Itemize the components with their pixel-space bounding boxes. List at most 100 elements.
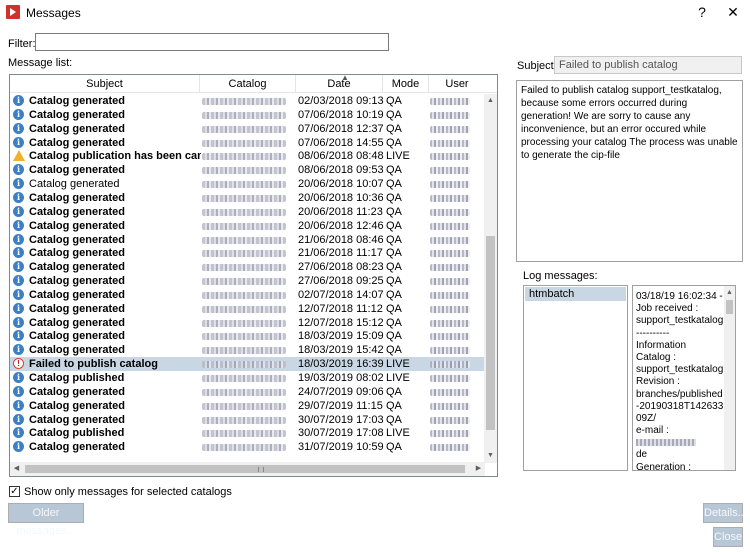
table-row[interactable]: i Catalog generated 20/06/2018 10:07 QA (10, 177, 497, 191)
row-date: 20/06/2018 12:46 (298, 219, 384, 232)
column-header-subject[interactable]: Subject (10, 75, 200, 93)
table-row[interactable]: i Catalog generated 20/06/2018 11:23 QA (10, 205, 497, 219)
table-row[interactable]: i Catalog generated 24/07/2019 09:06 QA (10, 385, 497, 399)
close-window-button[interactable]: ✕ (723, 4, 743, 21)
table-row[interactable]: i Catalog generated 12/07/2018 15:12 QA (10, 316, 497, 330)
log-detail-text: 03/18/19 16:02:34 - Job received : support… (636, 291, 726, 470)
log-list[interactable]: htmbatch (523, 285, 628, 471)
info-icon: i (13, 330, 24, 342)
row-catalog-redacted (202, 181, 286, 189)
log-detail[interactable]: 03/18/19 16:02:34 - Job received : support… (632, 285, 736, 471)
window-title: Messages (26, 6, 81, 20)
row-subject: Catalog generated (29, 399, 125, 412)
subject-field[interactable]: Failed to publish catalog (554, 56, 742, 74)
filter-input[interactable] (35, 33, 389, 51)
row-date: 18/03/2019 16:39 (298, 358, 384, 371)
table-row[interactable]: i Catalog generated 07/06/2018 10:19 QA (10, 108, 497, 122)
table-row[interactable]: i Catalog generated 18/03/2019 15:09 QA (10, 329, 497, 343)
info-icon: i (13, 302, 24, 314)
log-scroll-thumb[interactable] (726, 300, 733, 314)
log-line: Information (636, 339, 687, 351)
horizontal-scrollbar[interactable]: ◀ ▶ (10, 462, 485, 476)
row-mode: QA (386, 108, 402, 121)
row-user-redacted (430, 98, 470, 105)
table-row[interactable]: ! Failed to publish catalog 18/03/2019 16:… (10, 357, 497, 372)
table-row[interactable]: i Catalog generated 27/06/2018 09:25 QA (10, 274, 497, 288)
log-line: Catalog : (636, 351, 677, 363)
row-catalog-redacted (202, 430, 286, 438)
table-row[interactable]: i Catalog generated 02/07/2018 14:07 QA (10, 288, 497, 302)
message-body[interactable]: Failed to publish catalog support_testka… (516, 80, 743, 262)
row-catalog-redacted (202, 222, 286, 230)
scroll-left-icon[interactable]: ◀ (10, 462, 23, 476)
log-scroll-up-icon[interactable]: ▲ (724, 286, 735, 300)
row-user-redacted (430, 347, 470, 355)
row-catalog-redacted (202, 125, 286, 133)
vertical-scroll-thumb[interactable] (486, 236, 495, 430)
show-selected-label[interactable]: Show only messages for selected catalogs (24, 486, 232, 498)
row-subject: Catalog generated (29, 108, 125, 121)
row-user-redacted (430, 388, 470, 396)
row-mode: QA (386, 275, 402, 288)
row-date: 12/07/2018 11:12 (298, 302, 383, 315)
table-row[interactable]: i Catalog generated 20/06/2018 12:46 QA (10, 219, 497, 233)
row-subject: Catalog generated (29, 178, 120, 191)
row-date: 02/03/2018 09:13 (298, 95, 384, 107)
table-row[interactable]: i Catalog generated 07/06/2018 14:55 QA (10, 136, 497, 150)
table-row[interactable]: i Catalog generated 21/06/2018 08:46 QA (10, 233, 497, 247)
table-row[interactable]: i Catalog generated 12/07/2018 11:12 QA (10, 302, 497, 316)
info-icon: i (13, 233, 24, 245)
log-item-htmbatch[interactable]: htmbatch (525, 287, 626, 301)
row-date: 20/06/2018 10:36 (298, 191, 384, 204)
older-messages-button[interactable]: Older messages... (8, 503, 84, 537)
table-row[interactable]: i Catalog generated 07/06/2018 12:37 QA (10, 122, 497, 136)
details-button[interactable]: Details... (703, 503, 747, 523)
row-date: 30/07/2019 17:08 (298, 427, 384, 440)
column-header-user[interactable]: User (429, 75, 485, 93)
info-icon: i (13, 427, 24, 439)
table-row[interactable]: i Catalog generated 31/07/2019 10:59 QA (10, 440, 497, 454)
table-row[interactable]: i Catalog published 19/03/2019 08:02 LIVE (10, 371, 497, 385)
table-row[interactable]: i Catalog generated 20/06/2018 10:36 QA (10, 191, 497, 205)
row-date: 27/06/2018 08:23 (298, 261, 384, 274)
scroll-up-icon[interactable]: ▲ (484, 94, 497, 108)
subject-label: Subject: (517, 60, 557, 72)
column-header-mode[interactable]: Mode (383, 75, 429, 93)
table-row[interactable]: i Catalog generated 21/06/2018 11:17 QA (10, 246, 497, 260)
table-row[interactable]: i Catalog published 30/07/2019 17:08 LIVE (10, 426, 497, 440)
scroll-right-icon[interactable]: ▶ (472, 462, 485, 476)
row-mode: QA (386, 399, 402, 412)
help-button[interactable]: ? (692, 4, 712, 20)
table-row[interactable]: i Catalog generated 02/03/2018 09:13 QA (10, 94, 497, 108)
log-vertical-scrollbar[interactable]: ▲ (724, 286, 735, 470)
message-list-table[interactable]: Subject Catalog Date Mode User ▲ i Catalo… (9, 74, 498, 477)
table-row[interactable]: i Catalog generated 08/06/2018 09:53 QA (10, 163, 497, 177)
table-row[interactable]: i Catalog generated 29/07/2019 11:15 QA (10, 399, 497, 413)
row-mode: LIVE (386, 372, 410, 384)
table-row[interactable]: i Catalog generated 30/07/2019 17:03 QA (10, 413, 497, 427)
horizontal-scroll-thumb[interactable] (25, 465, 465, 473)
row-catalog-redacted (202, 153, 286, 161)
scroll-down-icon[interactable]: ▼ (484, 449, 497, 463)
table-row[interactable]: i Catalog generated 27/06/2018 08:23 QA (10, 260, 497, 274)
row-mode: QA (386, 330, 402, 343)
column-header-date[interactable]: Date (296, 75, 383, 93)
row-user-redacted (430, 236, 470, 244)
info-icon: i (13, 136, 24, 148)
log-line: e-mail : (636, 425, 669, 437)
info-icon: i (13, 164, 24, 176)
column-header-catalog[interactable]: Catalog (200, 75, 296, 93)
info-icon: i (13, 288, 24, 300)
row-mode: QA (386, 413, 402, 426)
row-user-redacted (430, 430, 470, 438)
table-row[interactable]: i Catalog generated 18/03/2019 15:42 QA (10, 343, 497, 357)
vertical-scrollbar[interactable]: ▲ ▼ (484, 94, 497, 463)
app-icon (6, 5, 20, 19)
table-row[interactable]: Catalog publication has been cancelled 08… (10, 149, 497, 163)
row-subject: Catalog generated (29, 122, 125, 135)
row-subject: Catalog generated (29, 261, 125, 274)
sort-ascending-icon: ▲ (341, 74, 349, 82)
row-catalog-redacted (202, 305, 286, 313)
close-button[interactable]: Close (713, 527, 743, 547)
show-selected-checkbox[interactable]: ✓ (9, 486, 20, 497)
